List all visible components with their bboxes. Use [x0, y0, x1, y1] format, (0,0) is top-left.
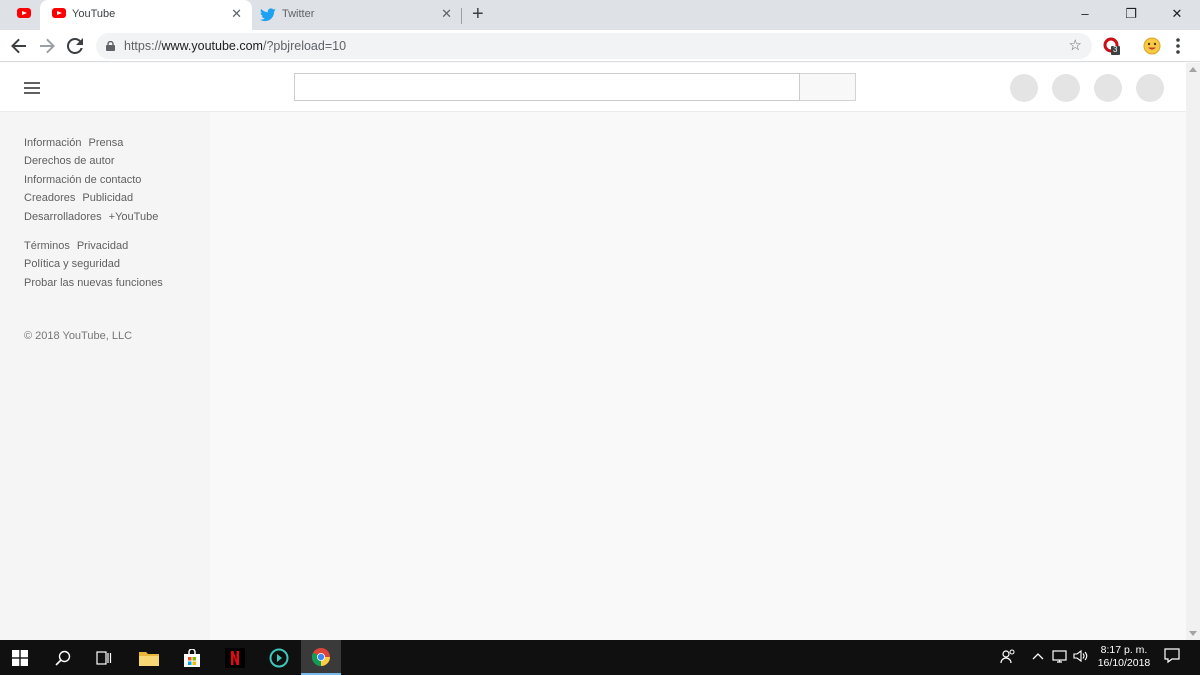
tab-twitter[interactable]: Twitter ✕ [252, 0, 462, 30]
url-text[interactable]: https://www.youtube.com/?pbjreload=10 [124, 39, 346, 53]
footer-link-nuevas-funciones[interactable]: Probar las nuevas funciones [24, 277, 163, 289]
youtube-icon [52, 8, 66, 18]
footer-row: Términos Privacidad [24, 240, 135, 252]
chrome-button[interactable] [301, 640, 341, 675]
footer-link-informacion[interactable]: Información [24, 137, 81, 149]
tab-youtube[interactable]: YouTube ✕ [40, 0, 252, 30]
close-tab-icon[interactable]: ✕ [231, 7, 242, 21]
back-button[interactable] [8, 35, 30, 57]
task-view-icon [96, 650, 112, 665]
placeholder-button-2[interactable] [1052, 74, 1080, 102]
copyright-text: © 2018 YouTube, LLC [24, 330, 133, 342]
netflix-button[interactable] [215, 640, 255, 675]
footer-row: Desarrolladores +YouTube [24, 211, 165, 223]
footer-row: Creadores Publicidad [24, 192, 140, 204]
footer-link-privacidad[interactable]: Privacidad [77, 240, 128, 252]
scroll-up-icon[interactable] [1189, 67, 1197, 72]
tab-title: Twitter [282, 8, 315, 20]
footer-row: Derechos de autor [24, 155, 122, 167]
guide-sidebar: Información Prensa Derechos de autor Info… [0, 112, 210, 640]
minimize-button[interactable]: – [1062, 0, 1108, 30]
app-button[interactable] [259, 640, 299, 675]
folder-icon [139, 651, 159, 666]
forward-button[interactable] [36, 35, 58, 57]
reload-button[interactable] [64, 35, 86, 57]
people-icon[interactable] [1000, 648, 1016, 667]
arrow-right-icon [40, 38, 55, 54]
footer-link-desarrolladores[interactable]: Desarrolladores [24, 211, 102, 223]
placeholder-button-1[interactable] [1010, 74, 1038, 102]
close-window-button[interactable]: ✕ [1154, 0, 1200, 30]
search-button[interactable] [43, 640, 83, 675]
netflix-icon [225, 647, 245, 668]
browser-toolbar: https://www.youtube.com/?pbjreload=10 ☆ … [0, 30, 1200, 62]
store-button[interactable] [172, 640, 212, 675]
footer-link-prensa[interactable]: Prensa [88, 137, 123, 149]
chevron-up-icon[interactable] [1032, 648, 1044, 667]
tab-title: YouTube [72, 8, 116, 20]
tab-separator [461, 8, 462, 24]
windows-logo-icon [12, 649, 28, 666]
volume-icon[interactable] [1073, 648, 1089, 667]
page-scrollbar[interactable] [1186, 63, 1200, 640]
task-view-button[interactable] [84, 640, 124, 675]
search-input[interactable] [294, 73, 800, 101]
search-button[interactable] [800, 73, 856, 101]
emoji-extension-icon[interactable] [1142, 36, 1162, 56]
arrow-left-icon [11, 38, 26, 54]
lock-icon [106, 41, 115, 51]
circle-app-icon [269, 648, 289, 667]
twitter-icon [260, 8, 276, 22]
browser-menu-button[interactable] [1170, 36, 1186, 56]
footer-link-contacto[interactable]: Información de contacto [24, 174, 141, 186]
clock-date: 16/10/2018 [1097, 657, 1151, 669]
footer-row: Probar las nuevas funciones [24, 277, 170, 289]
placeholder-avatar[interactable] [1136, 74, 1164, 102]
youtube-icon [17, 8, 31, 18]
footer-link-politica[interactable]: Política y seguridad [24, 258, 120, 270]
restore-button[interactable]: ❐ [1108, 0, 1154, 30]
opera-extension-icon[interactable]: 3 [1102, 36, 1122, 56]
start-button[interactable] [0, 640, 40, 675]
main-content [210, 112, 1186, 640]
footer-link-creadores[interactable]: Creadores [24, 192, 75, 204]
action-center-icon[interactable] [1164, 648, 1180, 667]
footer-row: Política y seguridad [24, 258, 127, 270]
footer-link-terminos[interactable]: Términos [24, 240, 70, 252]
store-bag-icon [184, 648, 200, 667]
clock-time: 8:17 p. m. [1100, 644, 1148, 656]
bookmark-star-icon[interactable]: ☆ [1069, 36, 1082, 54]
pinned-tab-youtube[interactable] [0, 0, 40, 30]
footer-link-publicidad[interactable]: Publicidad [82, 192, 133, 204]
chrome-icon [312, 647, 330, 666]
windows-taskbar: 8:17 p. m. 16/10/2018 [0, 640, 1200, 675]
hamburger-menu-icon[interactable] [24, 82, 40, 94]
tab-strip: YouTube ✕ Twitter ✕ + – ❐ ✕ [0, 0, 1200, 30]
more-vertical-icon [1176, 38, 1180, 54]
footer-row: Información Prensa [24, 137, 130, 149]
footer-row: Información de contacto [24, 174, 148, 186]
file-explorer-button[interactable] [129, 640, 169, 675]
footer-link-derechos[interactable]: Derechos de autor [24, 155, 115, 167]
search-icon [55, 650, 71, 666]
address-bar[interactable]: https://www.youtube.com/?pbjreload=10 ☆ [96, 33, 1092, 59]
system-clock[interactable]: 8:17 p. m. 16/10/2018 [1092, 644, 1156, 670]
reload-icon [67, 38, 83, 54]
extension-badge: 3 [1113, 45, 1118, 54]
close-tab-icon[interactable]: ✕ [441, 7, 452, 21]
scroll-down-icon[interactable] [1189, 631, 1197, 636]
youtube-masthead [0, 63, 1186, 112]
new-tab-button[interactable]: + [472, 3, 484, 25]
placeholder-button-3[interactable] [1094, 74, 1122, 102]
network-icon[interactable] [1052, 648, 1068, 667]
footer-link-plus-youtube[interactable]: +YouTube [109, 211, 159, 223]
